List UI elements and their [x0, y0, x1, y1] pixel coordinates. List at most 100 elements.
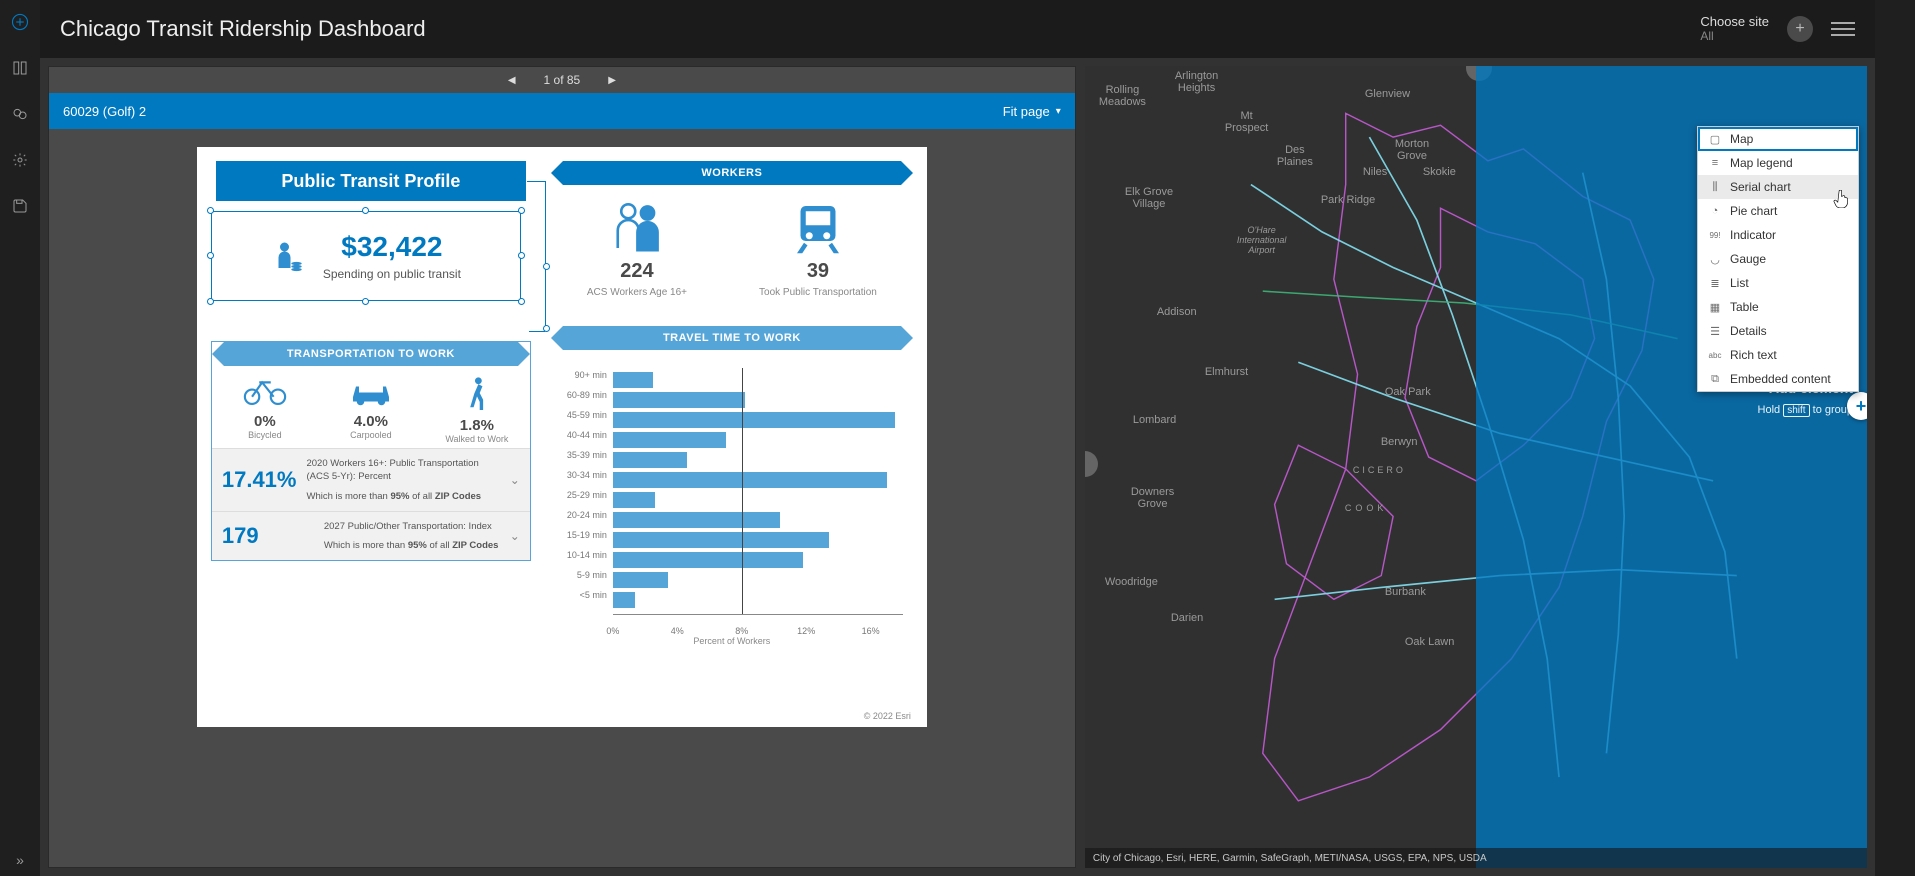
rail-settings-icon[interactable] — [8, 148, 32, 172]
chart-category-label: 90+ min — [551, 370, 607, 380]
stat1-value: 17.41% — [222, 467, 297, 493]
map-label: Elmhurst — [1205, 366, 1248, 378]
menu-item-table[interactable]: ▦Table — [1698, 295, 1858, 319]
chart-bar — [613, 472, 887, 488]
stat2-value: 179 — [222, 523, 314, 549]
left-nav-rail: » — [0, 0, 40, 876]
pager-prev-icon[interactable]: ◀ — [508, 75, 516, 86]
map-label: Niles — [1363, 166, 1387, 178]
menu-item-gauge[interactable]: ◡Gauge — [1698, 247, 1858, 271]
chart-category-label: 40-44 min — [551, 430, 607, 440]
chart-bar — [613, 592, 636, 608]
app-header: Chicago Transit Ridership Dashboard Choo… — [40, 0, 1875, 58]
chart-bar — [613, 412, 895, 428]
rail-expand-icon[interactable]: » — [16, 852, 24, 868]
bike-pct: 0% — [212, 413, 317, 430]
cursor-hand-icon — [1833, 190, 1849, 212]
chart-xtick: 8% — [735, 626, 748, 636]
chart-category-label: 20-24 min — [551, 510, 607, 520]
menu-item-rich-text[interactable]: abcRich text — [1698, 343, 1858, 367]
ttw-header: TRANSPORTATION TO WORK — [224, 342, 518, 366]
chart-xtick: 12% — [797, 626, 815, 636]
menu-item-indicator[interactable]: 99!Indicator — [1698, 223, 1858, 247]
site-selector-value: All — [1700, 30, 1769, 43]
chart-bar — [613, 432, 726, 448]
chart-bar — [613, 452, 687, 468]
chart-category-label: 45-59 min — [551, 410, 607, 420]
map-pane: Rolling Meadows Arlington Heights Mt Pro… — [1085, 66, 1867, 868]
chart-xlabel: Percent of Workers — [551, 636, 913, 646]
car-label: Carpooled — [318, 430, 423, 440]
site-selector[interactable]: Choose site All — [1700, 15, 1769, 42]
menu-item-map[interactable]: ▢Map — [1698, 127, 1858, 151]
chart-category-label: 5-9 min — [551, 570, 607, 580]
rail-add-icon[interactable] — [8, 10, 32, 34]
stat-row-1[interactable]: 17.41% 2020 Workers 16+: Public Transpor… — [212, 448, 530, 511]
pie-chart-icon: ◔ — [1708, 204, 1722, 218]
chart-category-label: 60-89 min — [551, 390, 607, 400]
stat1-desc: 2020 Workers 16+: Public Transportation … — [306, 457, 499, 503]
rail-theme-icon[interactable] — [8, 102, 32, 126]
map-label: Skokie — [1423, 166, 1456, 178]
menu-item-list[interactable]: ≣List — [1698, 271, 1858, 295]
spending-value: $32,422 — [323, 231, 461, 263]
add-element-button[interactable]: + — [1847, 392, 1867, 420]
chart-bar — [613, 552, 803, 568]
profile-title: Public Transit Profile — [216, 161, 526, 201]
map-icon: ▢ — [1708, 132, 1722, 146]
travel-time-header: TRAVEL TIME TO WORK — [563, 326, 901, 350]
pager-next-icon[interactable]: ▶ — [608, 75, 616, 86]
map-label: Downers Grove — [1131, 486, 1174, 510]
map-label: Des Plaines — [1277, 144, 1313, 168]
serial-chart-icon: ⫼ — [1708, 180, 1722, 194]
map-label: COOK — [1345, 504, 1388, 514]
gauge-icon: ◡ — [1708, 252, 1722, 266]
pager-text: 1 of 85 — [544, 73, 581, 87]
chevron-down-icon: ▾ — [1056, 106, 1061, 117]
menu-item-map-legend[interactable]: ≡Map legend — [1698, 151, 1858, 175]
map-label: Rolling Meadows — [1099, 84, 1146, 108]
workspace: ◀ 1 of 85 ▶ 60029 (Golf) 2 Fit page ▾ Pu… — [40, 58, 1875, 876]
chart-xtick: 0% — [606, 626, 619, 636]
rich-text-icon: abc — [1708, 348, 1722, 362]
report-viewport[interactable]: Public Transit Profile $32,422 Spending … — [49, 129, 1075, 867]
menu-item-embedded-content[interactable]: ⧉Embedded content — [1698, 367, 1858, 391]
header-menu-icon[interactable] — [1831, 17, 1855, 41]
map-label: Woodridge — [1105, 576, 1158, 588]
stat-row-2[interactable]: 179 2027 Public/Other Transportation: In… — [212, 511, 530, 561]
stat2-desc: 2027 Public/Other Transportation: Index … — [324, 520, 499, 553]
train-icon — [790, 197, 846, 257]
map-label: Park Ridge — [1321, 194, 1375, 206]
transit-value: 39 — [759, 260, 877, 283]
chart-category-label: <5 min — [551, 590, 607, 600]
walk-icon — [462, 376, 492, 410]
chart-category-label: 30-34 min — [551, 470, 607, 480]
embedded-icon: ⧉ — [1708, 372, 1722, 386]
indicator-icon: 99! — [1708, 228, 1722, 242]
table-icon: ▦ — [1708, 300, 1722, 314]
report-pane: ◀ 1 of 85 ▶ 60029 (Golf) 2 Fit page ▾ Pu… — [48, 66, 1076, 868]
expand-icon[interactable]: ⌄ — [510, 529, 520, 543]
spending-label: Spending on public transit — [323, 267, 461, 281]
chart-xtick: 4% — [671, 626, 684, 636]
map-label: Darien — [1171, 612, 1203, 624]
rail-save-icon[interactable] — [8, 194, 32, 218]
add-element-menu: ▢Map ≡Map legend ⫼Serial chart ◔Pie char… — [1697, 126, 1859, 392]
fit-page-dropdown[interactable]: Fit page ▾ — [1003, 104, 1061, 119]
map-label: Oak Park — [1385, 386, 1431, 398]
map-label: CICERO — [1353, 466, 1406, 476]
map-attribution: City of Chicago, Esri, HERE, Garmin, Saf… — [1085, 848, 1867, 868]
header-add-button[interactable]: + — [1787, 16, 1813, 42]
car-pct: 4.0% — [318, 413, 423, 430]
menu-item-details[interactable]: ☰Details — [1698, 319, 1858, 343]
rail-layout-icon[interactable] — [8, 56, 32, 80]
pager-bar: ◀ 1 of 85 ▶ — [49, 67, 1075, 93]
bicycle-icon — [242, 376, 288, 406]
list-icon: ≣ — [1708, 276, 1722, 290]
site-selector-label: Choose site — [1700, 15, 1769, 29]
acs-label: ACS Workers Age 16+ — [587, 287, 687, 298]
chart-bar — [613, 372, 653, 388]
report-page: Public Transit Profile $32,422 Spending … — [197, 147, 927, 727]
chart-category-label: 25-29 min — [551, 490, 607, 500]
expand-icon[interactable]: ⌄ — [510, 473, 520, 487]
